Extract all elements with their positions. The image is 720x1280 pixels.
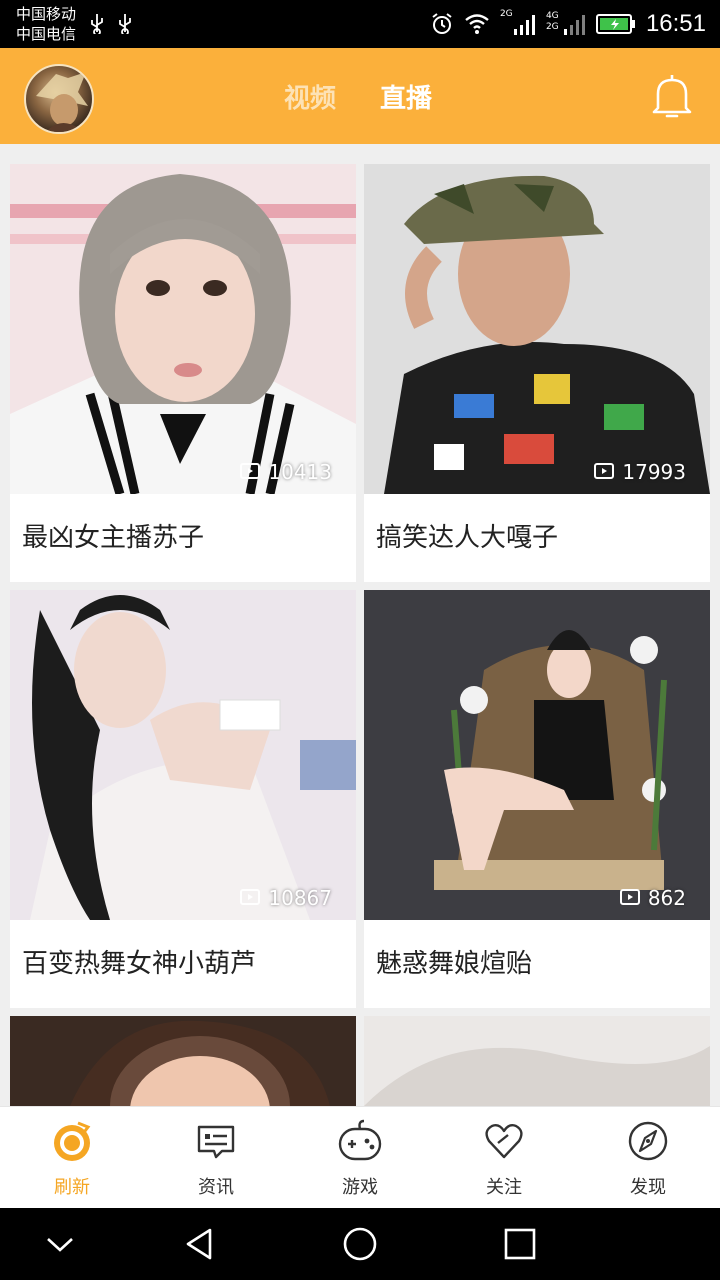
nav-refresh[interactable]: 刷新 — [0, 1107, 144, 1209]
nav-follow[interactable]: 关注 — [432, 1107, 576, 1209]
viewer-count-value: 10413 — [268, 460, 332, 484]
clock: 16:51 — [645, 10, 706, 37]
live-title: 百变热舞女神小葫芦 — [22, 949, 257, 979]
gamepad-icon — [338, 1119, 382, 1161]
play-count-icon — [594, 463, 615, 479]
live-card[interactable] — [364, 1016, 710, 1106]
signal-1: 2G — [500, 10, 536, 38]
carrier-2: 中国电信 — [16, 25, 77, 43]
home-icon[interactable] — [340, 1224, 380, 1264]
nav-label: 游戏 — [342, 1177, 378, 1198]
play-count-icon — [240, 463, 261, 479]
usb-icon — [91, 14, 103, 34]
status-icons: 2G 4G 2G 16:51 — [430, 8, 706, 40]
network-type-label: 4G — [545, 11, 559, 21]
signal-icon — [513, 15, 535, 35]
viewer-count: 17993 — [594, 460, 686, 484]
viewer-count-value: 862 — [647, 886, 686, 910]
nav-label: 发现 — [630, 1177, 666, 1198]
network-type-label: 2G — [499, 9, 513, 19]
live-card[interactable]: 862 魅惑舞娘煊贻 — [364, 590, 710, 1008]
app-root: 中国移动 中国电信 2G 4G 2G 16:51 视频 直播 10413 最凶女… — [0, 0, 720, 1280]
alarm-icon — [432, 13, 452, 34]
status-bar: 中国移动 中国电信 2G 4G 2G 16:51 — [0, 0, 720, 48]
play-count-icon — [240, 889, 261, 905]
streamer-photo — [364, 590, 710, 920]
live-grid: 10413 最凶女主播苏子 17993 搞笑达人大嘎子 10867 百变热舞女神… — [0, 144, 720, 1106]
tab-video[interactable]: 视频 — [284, 78, 336, 115]
wifi-icon — [465, 14, 489, 34]
signal-icon — [563, 15, 585, 35]
live-thumbnail[interactable]: 862 — [364, 590, 710, 920]
tab-live[interactable]: 直播 — [380, 78, 432, 115]
viewer-count: 10413 — [240, 460, 332, 484]
live-card[interactable]: 17993 搞笑达人大嘎子 — [364, 164, 710, 582]
signal-2: 4G 2G — [546, 10, 586, 38]
nav-label: 资讯 — [198, 1177, 234, 1198]
back-icon[interactable] — [180, 1224, 220, 1264]
live-card[interactable]: 10413 最凶女主播苏子 — [10, 164, 356, 582]
battery-icon — [595, 14, 635, 34]
live-thumbnail[interactable]: 17993 — [364, 164, 710, 494]
refresh-icon — [54, 1121, 91, 1161]
live-thumbnail[interactable]: 10413 — [10, 164, 356, 494]
play-count-icon — [619, 889, 640, 905]
streamer-photo — [364, 164, 710, 494]
live-title: 最凶女主播苏子 — [22, 523, 205, 553]
nav-discover[interactable]: 发现 — [576, 1107, 720, 1209]
viewer-count: 862 — [619, 886, 686, 910]
carrier-1: 中国移动 — [16, 5, 77, 23]
compass-icon — [628, 1121, 668, 1161]
network-type-label: 2G — [545, 22, 559, 32]
viewer-count: 10867 — [240, 886, 332, 910]
viewer-count-value: 17993 — [622, 460, 686, 484]
chevron-down-icon[interactable] — [40, 1224, 80, 1264]
top-tabs: 视频 直播 — [0, 48, 720, 144]
top-header: 视频 直播 — [0, 48, 720, 144]
recent-apps-icon[interactable] — [500, 1224, 540, 1264]
viewer-count-value: 10867 — [268, 886, 332, 910]
live-card[interactable]: 10867 百变热舞女神小葫芦 — [10, 590, 356, 1008]
live-card[interactable] — [10, 1016, 356, 1106]
bell-icon[interactable] — [650, 72, 694, 120]
streamer-photo — [10, 590, 356, 920]
live-title: 魅惑舞娘煊贻 — [376, 949, 533, 979]
streamer-photo — [10, 1016, 356, 1106]
live-title: 搞笑达人大嘎子 — [376, 523, 559, 553]
nav-label: 关注 — [486, 1177, 522, 1198]
nav-label: 刷新 — [54, 1177, 90, 1198]
streamer-photo — [364, 1016, 710, 1106]
live-thumbnail[interactable]: 10867 — [10, 590, 356, 920]
carrier-labels: 中国移动 中国电信 — [16, 4, 76, 44]
streamer-photo — [10, 164, 356, 494]
nav-games[interactable]: 游戏 — [288, 1107, 432, 1209]
bottom-nav: 刷新 资讯 游戏 关注 发现 — [0, 1106, 720, 1208]
heart-icon — [485, 1123, 523, 1159]
system-nav-bar — [0, 1208, 720, 1280]
usb-icon — [119, 14, 131, 34]
news-icon — [197, 1125, 235, 1159]
nav-news[interactable]: 资讯 — [144, 1107, 288, 1209]
